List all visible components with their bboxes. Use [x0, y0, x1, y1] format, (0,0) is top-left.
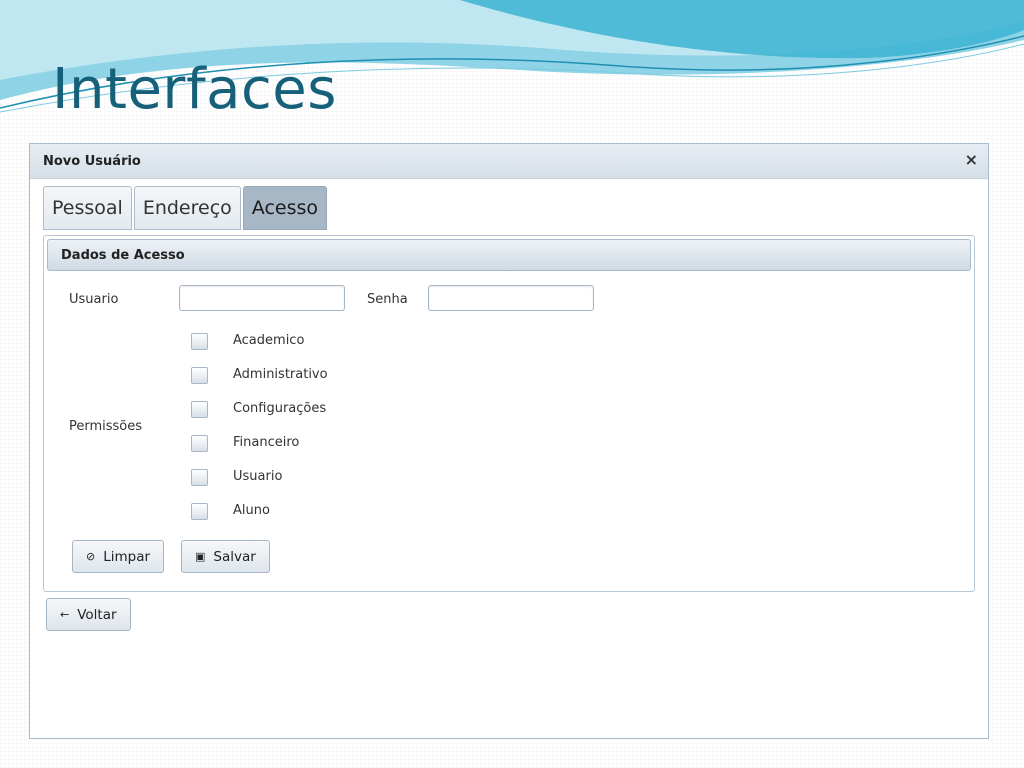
- clear-icon: ⊘: [86, 550, 96, 563]
- academico-checkbox[interactable]: [191, 332, 208, 350]
- slide-title: Interfaces: [52, 57, 337, 122]
- save-icon: ▣: [195, 550, 206, 563]
- usuario-input[interactable]: [179, 285, 345, 311]
- usuario-perm-label: Usuario: [233, 469, 283, 484]
- salvar-label: Salvar: [213, 548, 256, 565]
- permissao-aluno-row: Aluno: [191, 501, 270, 521]
- permissao-academico-row: Academico: [191, 331, 304, 351]
- tab-endereco[interactable]: Endereço: [133, 186, 241, 230]
- senha-label: Senha: [367, 292, 408, 307]
- aluno-label: Aluno: [233, 503, 270, 518]
- permissao-configuracoes-row: Configurações: [191, 399, 326, 419]
- usuario-label: Usuario: [69, 292, 119, 307]
- limpar-button[interactable]: ⊘ Limpar: [72, 540, 165, 573]
- permissao-financeiro-row: Financeiro: [191, 433, 299, 453]
- arrow-left-icon: ←: [60, 608, 70, 621]
- novo-usuario-dialog: Novo Usuário × Pessoal Endereço Acesso D…: [29, 143, 989, 739]
- administrativo-label: Administrativo: [233, 367, 328, 382]
- dialog-title: Novo Usuário: [43, 154, 141, 169]
- panel-header: Dados de Acesso: [47, 239, 971, 271]
- panel-title: Dados de Acesso: [61, 248, 185, 263]
- limpar-label: Limpar: [103, 548, 151, 565]
- senha-input[interactable]: [428, 285, 594, 311]
- tab-acesso[interactable]: Acesso: [242, 186, 328, 230]
- voltar-button[interactable]: ← Voltar: [46, 598, 131, 631]
- permissoes-label: Permissões: [69, 419, 143, 434]
- permissao-administrativo-row: Administrativo: [191, 365, 328, 385]
- administrativo-checkbox[interactable]: [191, 366, 208, 384]
- aluno-checkbox[interactable]: [191, 502, 208, 520]
- permissao-usuario-row: Usuario: [191, 467, 282, 487]
- financeiro-label: Financeiro: [233, 435, 300, 450]
- tab-pessoal[interactable]: Pessoal: [43, 186, 132, 230]
- dialog-header: Novo Usuário ×: [30, 144, 988, 179]
- configuracoes-label: Configurações: [233, 401, 327, 416]
- voltar-label: Voltar: [77, 606, 117, 623]
- dados-de-acesso-panel: Dados de Acesso Usuario Senha Permissões…: [43, 235, 975, 592]
- salvar-button[interactable]: ▣ Salvar: [181, 540, 270, 573]
- close-icon[interactable]: ×: [965, 150, 978, 169]
- tab-bar: Pessoal Endereço Acesso: [43, 186, 328, 230]
- academico-label: Academico: [233, 333, 305, 348]
- usuario-checkbox[interactable]: [191, 468, 208, 486]
- financeiro-checkbox[interactable]: [191, 434, 208, 452]
- configuracoes-checkbox[interactable]: [191, 400, 208, 418]
